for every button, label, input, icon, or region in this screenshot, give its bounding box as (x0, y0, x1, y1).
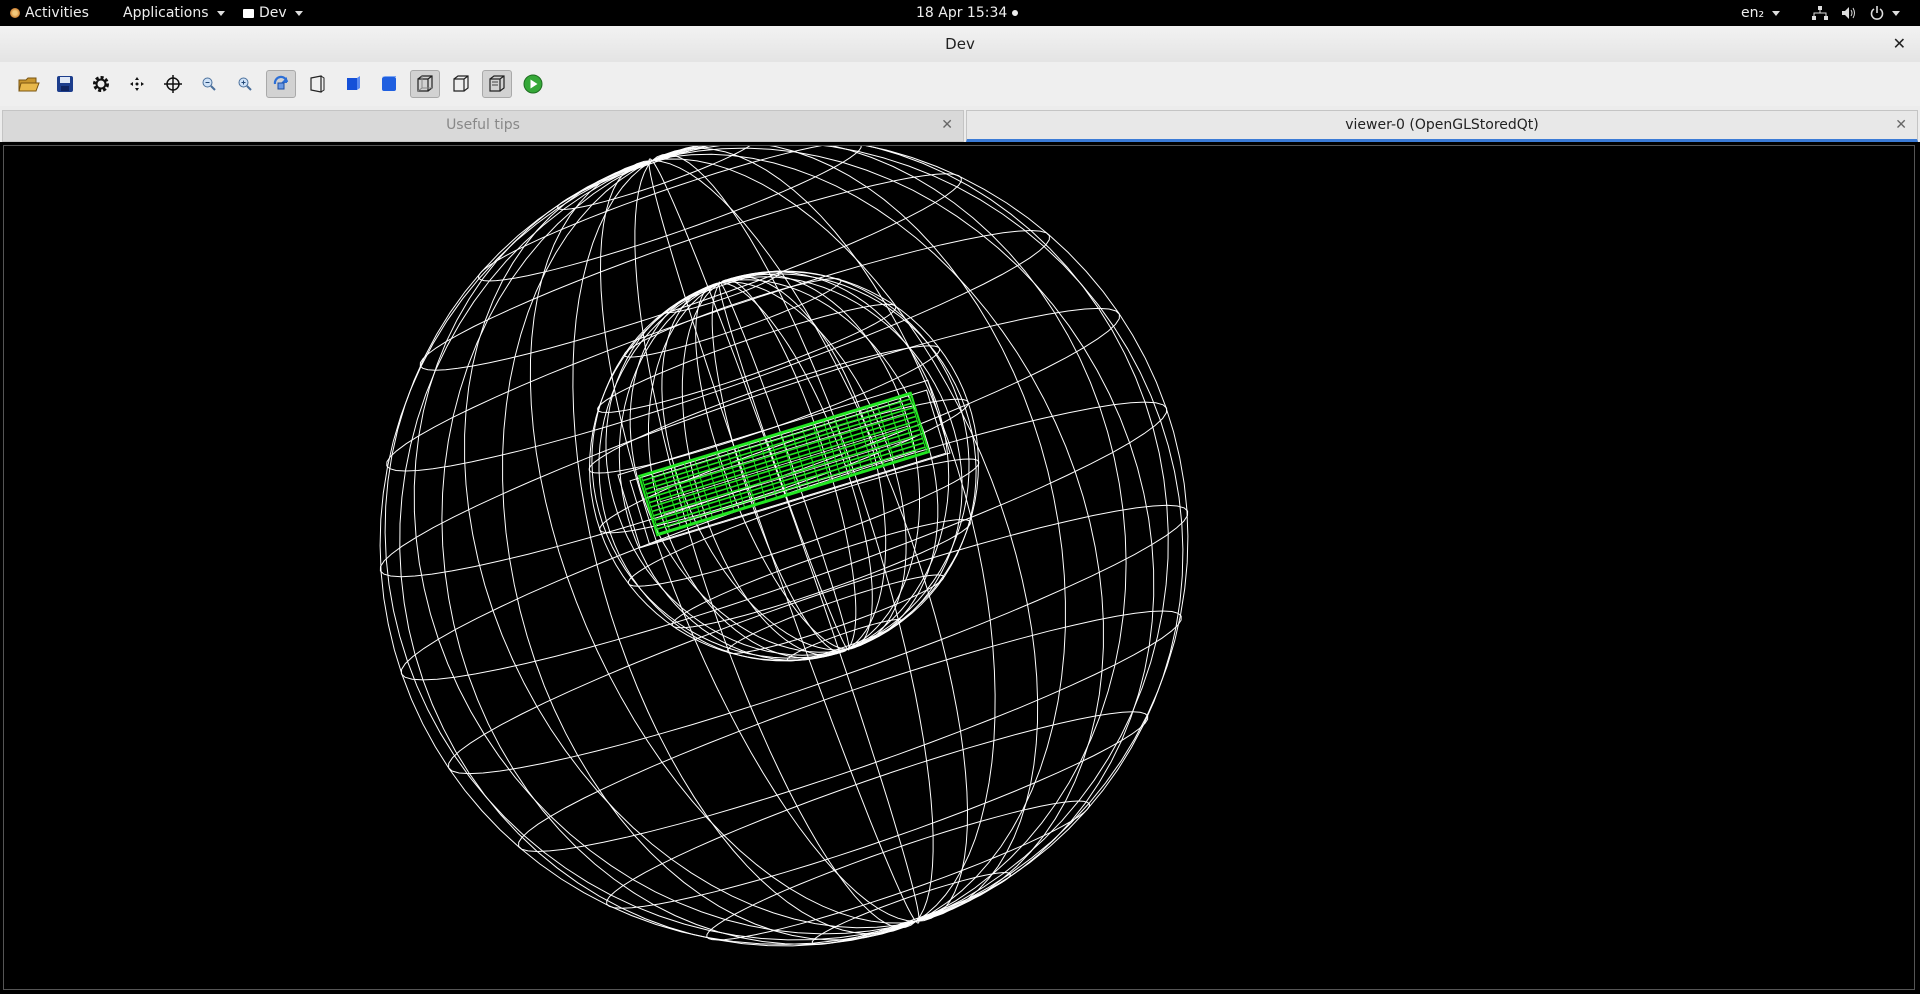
outer-sphere-longitude (529, 160, 916, 924)
language-label: en₂ (1741, 5, 1765, 21)
rotate-button[interactable] (266, 70, 296, 98)
wireframe-icon (417, 75, 433, 92)
outer-sphere-longitude (651, 153, 934, 922)
chevron-down-icon (1772, 10, 1781, 16)
move-icon (130, 77, 144, 91)
toolbar (0, 62, 1920, 107)
tab-bar: Useful tips ✕ viewer-0 (OpenGLStoredQt) … (0, 106, 1920, 142)
opengl-viewer-canvas[interactable] (3, 145, 1915, 990)
clock[interactable]: 18 Apr 15:34 (916, 0, 1019, 26)
solid-button[interactable] (338, 70, 368, 98)
app-menu-label: Dev (259, 5, 287, 21)
wireframe-scene (379, 146, 1189, 947)
app-menu[interactable]: Dev (243, 0, 303, 26)
tab-viewer-0[interactable]: viewer-0 (OpenGLStoredQt) ✕ (966, 110, 1918, 142)
window-icon (243, 8, 254, 18)
solid2-button[interactable] (374, 70, 404, 98)
applications-menu[interactable]: Applications (123, 0, 225, 26)
perspective-icon (310, 75, 325, 93)
hidden-line-removal-icon (489, 75, 505, 92)
tab-close-button[interactable]: ✕ (1895, 111, 1907, 139)
network-icon (1812, 6, 1828, 20)
notification-dot-icon (1012, 10, 1019, 16)
hidden-line-button[interactable] (446, 70, 476, 98)
activities-label: Activities (25, 5, 89, 21)
outer-sphere-latitude (478, 146, 862, 282)
system-top-bar: Activities Applications Dev 18 Apr 15:34… (0, 0, 1920, 26)
volume-icon (1842, 7, 1855, 19)
move-button[interactable] (122, 70, 152, 98)
activities-button[interactable]: Activities (10, 0, 89, 26)
open-icon (18, 77, 40, 92)
pick-icon (164, 75, 182, 93)
applications-label: Applications (123, 5, 209, 21)
pick-button[interactable] (158, 70, 188, 98)
outer-sphere-latitude (419, 173, 962, 371)
inner-sphere-longitude (629, 282, 848, 653)
wireframe-button[interactable] (410, 70, 440, 98)
inner-sphere-longitude (720, 279, 939, 650)
solid-icon (347, 76, 360, 90)
zoom-in-icon (238, 77, 252, 91)
rotate-icon (273, 75, 289, 90)
system-status-menu[interactable] (1812, 0, 1900, 26)
run-button[interactable] (518, 70, 548, 98)
zoom-out-button[interactable] (194, 70, 224, 98)
save-button[interactable] (50, 70, 80, 98)
outer-sphere-longitude (413, 160, 916, 935)
settings-icon (93, 76, 109, 92)
outer-sphere-longitude (652, 147, 1155, 922)
outer-sphere-longitude (651, 147, 996, 922)
save-icon (57, 76, 73, 92)
window-close-button[interactable]: ✕ (1893, 26, 1906, 62)
zoom-out-icon (202, 77, 216, 91)
tab-useful-tips[interactable]: Useful tips ✕ (2, 110, 964, 142)
outer-sphere-latitude (606, 711, 1149, 909)
window-title: Dev (945, 35, 975, 53)
outer-sphere-longitude (652, 146, 1189, 922)
zoom-in-button[interactable] (230, 70, 260, 98)
open-button[interactable] (14, 70, 44, 98)
tab-close-button[interactable]: ✕ (941, 111, 953, 139)
clock-label: 18 Apr 15:34 (916, 5, 1008, 21)
window-titlebar[interactable]: Dev ✕ (0, 26, 1920, 63)
power-icon (1870, 6, 1884, 20)
perspective-button[interactable] (302, 70, 332, 98)
gnome-foot-icon (10, 8, 20, 18)
chevron-down-icon (294, 10, 303, 16)
run-icon (523, 74, 543, 94)
hidden-line-removal-button[interactable] (482, 70, 512, 98)
solid2-icon (382, 76, 396, 91)
input-language-menu[interactable]: en₂ (1741, 0, 1781, 26)
outer-sphere-longitude (502, 160, 916, 941)
chevron-down-icon (1892, 10, 1900, 16)
settings-button[interactable] (86, 70, 116, 98)
hidden-line-icon (453, 75, 469, 92)
tab-label: viewer-0 (OpenGLStoredQt) (1345, 117, 1539, 133)
outer-sphere-longitude (652, 158, 1039, 922)
chevron-down-icon (216, 10, 225, 16)
tab-label: Useful tips (446, 117, 520, 133)
